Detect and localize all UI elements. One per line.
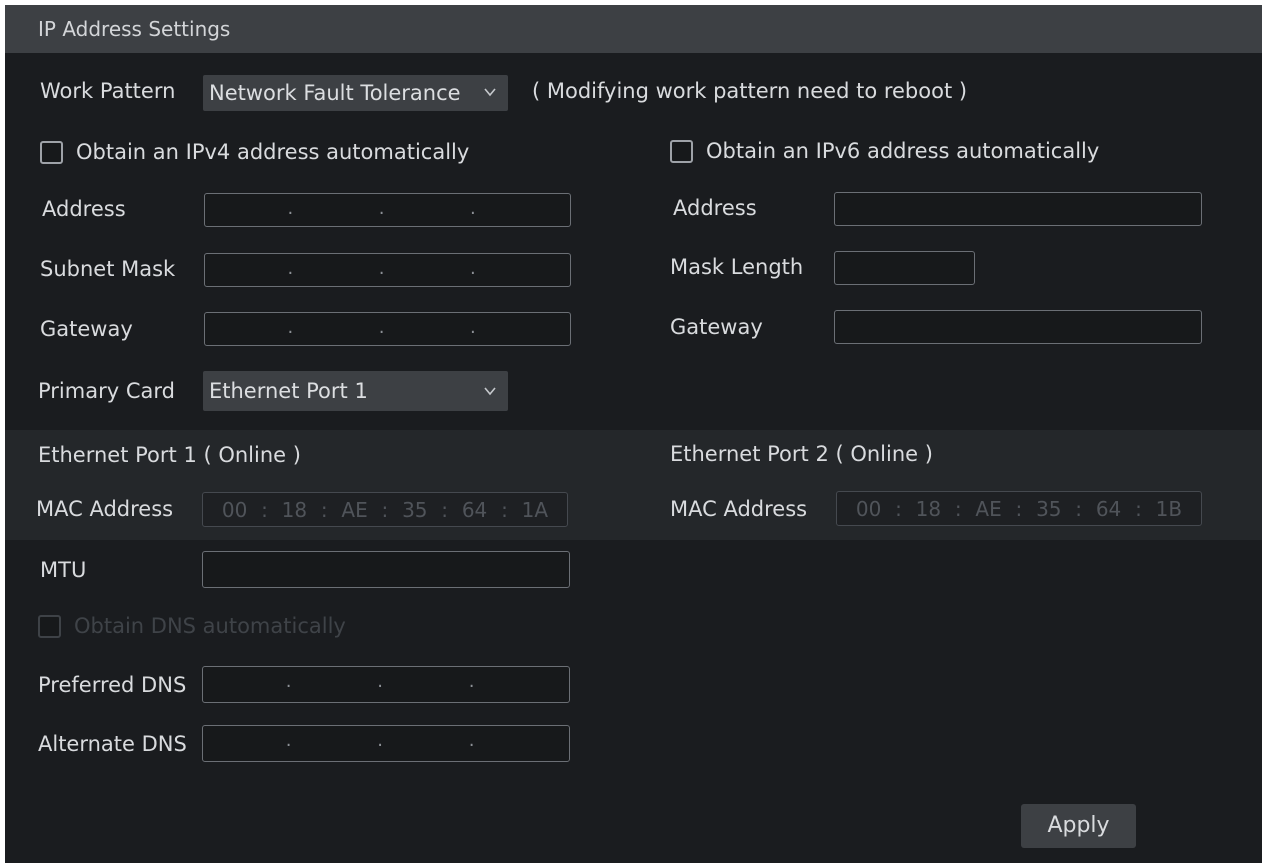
ipv4-address-label: Address: [42, 197, 126, 221]
ipv6-address-input[interactable]: [834, 192, 1202, 226]
primary-card-label: Primary Card: [38, 379, 175, 403]
ipv4-auto-label: Obtain an IPv4 address automatically: [76, 140, 470, 164]
dns-auto-label: Obtain DNS automatically: [74, 614, 346, 638]
eth1-mac-label: MAC Address: [36, 497, 174, 521]
eth1-mac-field: 00: 18: AE: 35: 64: 1A: [202, 492, 568, 527]
ipv6-auto-label: Obtain an IPv6 address automatically: [706, 139, 1100, 163]
work-pattern-note: ( Modifying work pattern need to reboot …: [532, 79, 968, 103]
preferred-dns-input[interactable]: ...: [202, 666, 570, 703]
eth1-title: Ethernet Port 1 ( Online ): [38, 443, 301, 467]
mask-length-label: Mask Length: [670, 255, 804, 279]
ipv6-gateway-label: Gateway: [670, 315, 763, 339]
ipv4-gateway-label: Gateway: [40, 317, 133, 341]
eth2-mac-label: MAC Address: [670, 497, 808, 521]
primary-card-value: Ethernet Port 1: [209, 379, 368, 403]
alternate-dns-label: Alternate DNS: [38, 732, 187, 756]
ipv6-gateway-input[interactable]: [834, 310, 1202, 344]
chevron-down-icon: [484, 387, 496, 396]
work-pattern-select[interactable]: Network Fault Tolerance: [203, 75, 508, 111]
work-pattern-value: Network Fault Tolerance: [209, 81, 461, 105]
eth2-title: Ethernet Port 2 ( Online ): [670, 442, 933, 466]
preferred-dns-label: Preferred DNS: [38, 673, 187, 697]
subnet-mask-label: Subnet Mask: [40, 257, 176, 281]
ipv4-address-input[interactable]: ...: [204, 193, 571, 227]
mask-length-input[interactable]: [834, 251, 975, 285]
title-bar: IP Address Settings: [5, 5, 1262, 53]
ip-address-settings-panel: IP Address Settings Work Pattern Network…: [5, 5, 1262, 863]
mtu-input[interactable]: [202, 551, 570, 588]
apply-button[interactable]: Apply: [1021, 804, 1136, 848]
subnet-mask-input[interactable]: ...: [204, 253, 571, 287]
mtu-label: MTU: [40, 558, 87, 582]
eth2-mac-field: 00: 18: AE: 35: 64: 1B: [836, 491, 1202, 526]
ipv6-address-label: Address: [673, 196, 757, 220]
panel-title: IP Address Settings: [38, 17, 231, 41]
work-pattern-label: Work Pattern: [40, 79, 176, 103]
ipv4-gateway-input[interactable]: ...: [204, 312, 571, 346]
ipv4-auto-checkbox[interactable]: [40, 141, 63, 164]
chevron-down-icon: [484, 88, 496, 97]
ipv6-auto-checkbox[interactable]: [670, 140, 693, 163]
dns-auto-checkbox[interactable]: [38, 615, 61, 638]
alternate-dns-input[interactable]: ...: [202, 725, 570, 762]
primary-card-select[interactable]: Ethernet Port 1: [203, 371, 508, 411]
